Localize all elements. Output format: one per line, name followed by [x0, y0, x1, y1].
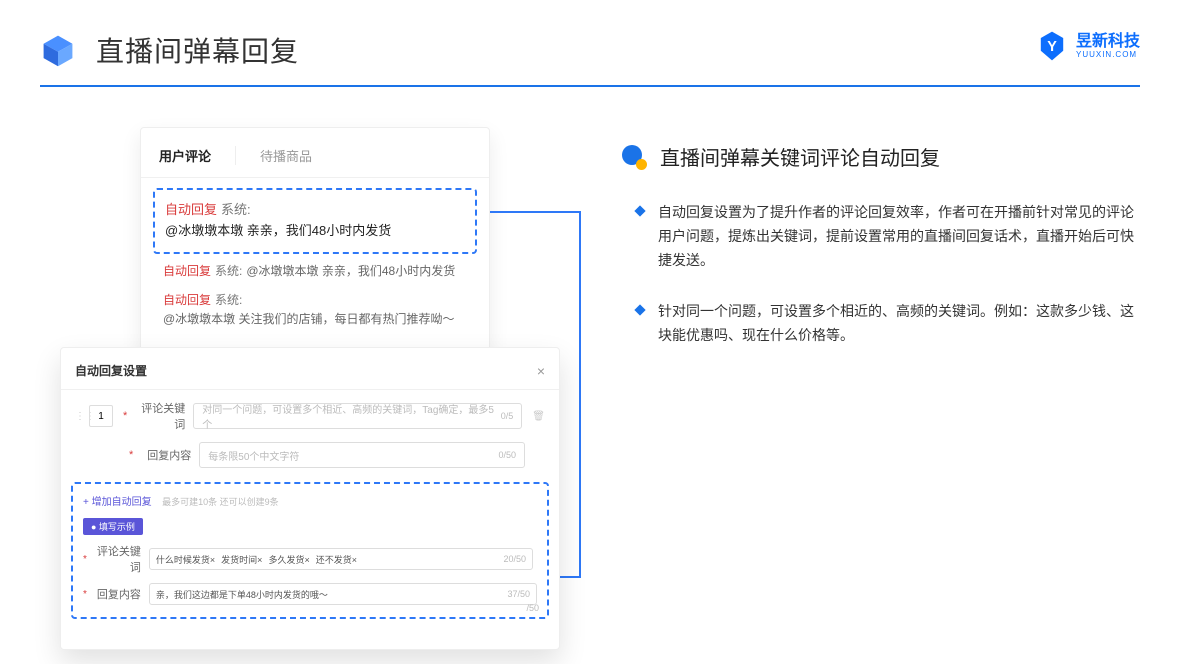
reply-input[interactable]: 每条限50个中文字符 0/50	[199, 442, 525, 468]
add-auto-reply-link[interactable]: + 增加自动回复	[83, 497, 152, 508]
keyword-label: 评论关键词	[131, 400, 185, 432]
tab-user-comments[interactable]: 用户评论	[159, 146, 211, 165]
tail-count: /50	[526, 603, 539, 613]
section-title: 直播间弹幕关键词评论自动回复	[660, 142, 940, 171]
cube-icon	[40, 32, 76, 68]
tag[interactable]: 发货时间×	[221, 553, 262, 566]
system-label: 系统:	[215, 291, 242, 310]
bullet-item: 针对同一个问题，可设置多个相近的、高频的关键词。例如：这款多少钱、这块能优惠吗、…	[636, 300, 1140, 348]
bullet-text: 针对同一个问题，可设置多个相近的、高频的关键词。例如：这款多少钱、这块能优惠吗、…	[658, 300, 1140, 348]
auto-reply-settings-modal: 自动回复设置 × ⋮⋮ 1 * 评论关键词 对同一个问题，可设置多个相近、高频的…	[60, 347, 560, 650]
bullet-text: 自动回复设置为了提升作者的评论回复效率，作者可在开播前针对常见的评论用户问题，提…	[658, 201, 1140, 272]
delete-icon[interactable]: 🗑	[532, 411, 545, 422]
comments-panel: 用户评论 待播商品 自动回复 系统: @冰墩墩本墩 亲亲，我们48小时内发货 自…	[140, 127, 490, 358]
brand-name: 昱新科技	[1076, 33, 1140, 51]
reply-text: @冰墩墩本墩 关注我们的店铺，每日都有热门推荐呦～	[163, 310, 455, 329]
rule-number: 1	[89, 405, 113, 427]
close-icon[interactable]: ×	[537, 363, 545, 379]
example-badge: ● 填写示例	[83, 518, 143, 535]
diamond-icon	[634, 205, 645, 216]
reply-text: @冰墩墩本墩 亲亲，我们48小时内发货	[165, 221, 391, 242]
reply-text: @冰墩墩本墩 亲亲，我们48小时内发货	[246, 262, 455, 281]
auto-reply-tag: 自动回复	[163, 262, 211, 281]
tab-pending-goods[interactable]: 待播商品	[260, 146, 312, 165]
ex-reply-input[interactable]: 亲，我们这边都是下单48小时内发货的哦～ 37/50	[149, 583, 537, 605]
tag[interactable]: 什么时候发货×	[156, 553, 215, 566]
required-star: *	[129, 449, 133, 461]
auto-reply-tag: 自动回复	[165, 200, 217, 221]
page-title: 直播间弹幕回复	[96, 30, 299, 70]
modal-title: 自动回复设置	[75, 362, 147, 379]
system-label: 系统:	[221, 200, 251, 221]
chat-bubble-icon	[620, 143, 648, 171]
highlighted-reply: 自动回复 系统: @冰墩墩本墩 亲亲，我们48小时内发货	[153, 188, 477, 254]
bullet-item: 自动回复设置为了提升作者的评论回复效率，作者可在开播前针对常见的评论用户问题，提…	[636, 201, 1140, 272]
system-label: 系统:	[215, 262, 242, 281]
auto-reply-tag: 自动回复	[163, 291, 211, 310]
tag[interactable]: 还不发货×	[316, 553, 357, 566]
brand-sub: YUUXIN.COM	[1076, 50, 1140, 59]
tag[interactable]: 多久发货×	[268, 553, 309, 566]
svg-text:Y: Y	[1047, 39, 1057, 55]
brand-logo: Y 昱新科技 YUUXIN.COM	[1036, 30, 1140, 62]
ex-reply-label: 回复内容	[91, 586, 141, 602]
ex-keyword-tags[interactable]: 什么时候发货× 发货时间× 多久发货× 还不发货× 20/50	[149, 548, 533, 570]
add-hint: 最多可建10条 还可以创建9条	[162, 497, 279, 507]
required-star: *	[123, 410, 127, 422]
drag-handle-icon[interactable]: ⋮⋮	[75, 411, 89, 422]
example-box: + 增加自动回复 最多可建10条 还可以创建9条 ● 填写示例 * 评论关键词 …	[71, 482, 549, 619]
ex-keyword-label: 评论关键词	[91, 543, 141, 575]
reply-label: 回复内容	[137, 447, 191, 463]
diamond-icon	[634, 305, 645, 316]
keyword-input[interactable]: 对同一个问题，可设置多个相近、高频的关键词，Tag确定，最多5个 0/5	[193, 403, 522, 429]
